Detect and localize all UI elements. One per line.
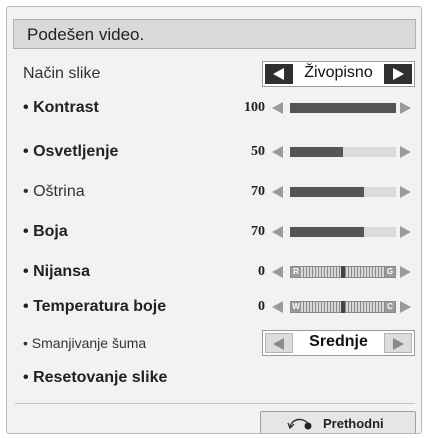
decrease-arrow-icon[interactable] bbox=[272, 301, 283, 313]
right-arrow-icon bbox=[393, 338, 404, 350]
brightness-bar[interactable] bbox=[290, 147, 396, 157]
color-value: 70 bbox=[251, 224, 265, 239]
picture-mode-value: Živopisno bbox=[304, 64, 373, 81]
cool-endpoint: C bbox=[385, 302, 395, 312]
noise-reduction-name: Smanjivanje šuma bbox=[31, 335, 147, 351]
contrast-bar-fill bbox=[290, 103, 396, 113]
increase-arrow-icon[interactable] bbox=[400, 146, 411, 158]
color-temp-value: 0 bbox=[258, 299, 265, 314]
sharpness-bar[interactable] bbox=[290, 187, 396, 197]
sharpness-bar-fill bbox=[290, 187, 365, 197]
picture-reset-name: Resetovanje slike bbox=[33, 369, 168, 386]
color-bar[interactable] bbox=[290, 227, 396, 237]
increase-arrow-icon[interactable] bbox=[400, 186, 411, 198]
tint-row[interactable]: • Nijansa 0 R G bbox=[7, 257, 421, 287]
decrease-arrow-icon[interactable] bbox=[272, 226, 283, 238]
picture-mode-next-button[interactable] bbox=[384, 64, 412, 84]
tint-green-endpoint: G bbox=[385, 267, 395, 277]
right-arrow-icon bbox=[393, 68, 404, 80]
color-temp-scale[interactable]: W C bbox=[290, 301, 396, 313]
decrease-arrow-icon[interactable] bbox=[272, 186, 283, 198]
color-temp-marker bbox=[341, 301, 345, 313]
previous-button-label: Prethodni bbox=[323, 416, 384, 431]
color-name: Boja bbox=[33, 223, 68, 240]
increase-arrow-icon[interactable] bbox=[400, 266, 411, 278]
tint-label: • Nijansa bbox=[23, 263, 90, 281]
bullet: • bbox=[23, 335, 28, 351]
left-arrow-icon bbox=[273, 338, 284, 350]
color-temp-label: • Temperatura boje bbox=[23, 298, 166, 316]
tint-red-endpoint: R bbox=[291, 267, 301, 277]
contrast-name: Kontrast bbox=[33, 99, 99, 116]
title-bar: Podešen video. bbox=[13, 19, 416, 49]
decrease-arrow-icon[interactable] bbox=[272, 266, 283, 278]
bullet: • bbox=[23, 99, 29, 116]
picture-mode-row[interactable]: Način slike Živopisno bbox=[7, 59, 421, 89]
tint-marker bbox=[341, 266, 345, 278]
picture-mode-label: Način slike bbox=[23, 65, 101, 82]
picture-reset-row[interactable]: • Resetovanje slike bbox=[7, 363, 421, 393]
panel-title: Podešen video. bbox=[27, 25, 145, 44]
warm-endpoint: W bbox=[291, 302, 301, 312]
contrast-value: 100 bbox=[244, 100, 265, 115]
previous-button[interactable]: Prethodni bbox=[260, 411, 416, 433]
bullet: • bbox=[23, 298, 29, 315]
brightness-row[interactable]: • Osvetljenje 50 bbox=[7, 137, 421, 167]
sharpness-name: Oštrina bbox=[33, 183, 85, 200]
divider bbox=[15, 403, 415, 404]
bullet: • bbox=[23, 143, 29, 160]
picture-settings-panel: Podešen video. Način slike Živopisno • K… bbox=[6, 6, 422, 434]
contrast-row[interactable]: • Kontrast 100 bbox=[7, 93, 421, 123]
left-arrow-icon bbox=[273, 68, 284, 80]
noise-next-button[interactable] bbox=[384, 333, 412, 353]
brightness-bar-fill bbox=[290, 147, 343, 157]
tint-value: 0 bbox=[258, 264, 265, 279]
color-bar-fill bbox=[290, 227, 365, 237]
picture-mode-prev-button[interactable] bbox=[265, 64, 293, 84]
picture-reset-label[interactable]: • Resetovanje slike bbox=[23, 369, 167, 387]
decrease-arrow-icon[interactable] bbox=[272, 146, 283, 158]
return-icon bbox=[287, 418, 312, 430]
contrast-label: • Kontrast bbox=[23, 99, 99, 117]
tint-scale[interactable]: R G bbox=[290, 266, 396, 278]
color-row[interactable]: • Boja 70 bbox=[7, 217, 421, 247]
noise-reduction-selector[interactable]: Srednje bbox=[262, 330, 415, 356]
bullet: • bbox=[23, 369, 29, 386]
noise-prev-button[interactable] bbox=[265, 333, 293, 353]
noise-reduction-label: • Smanjivanje šuma bbox=[23, 335, 146, 351]
color-temp-row[interactable]: • Temperatura boje 0 W C bbox=[7, 292, 421, 322]
color-temp-name: Temperatura boje bbox=[33, 298, 167, 315]
bullet: • bbox=[23, 223, 29, 240]
noise-reduction-value: Srednje bbox=[309, 333, 368, 350]
decrease-arrow-icon[interactable] bbox=[272, 102, 283, 114]
bullet: • bbox=[23, 183, 29, 200]
picture-mode-selector[interactable]: Živopisno bbox=[262, 61, 415, 87]
increase-arrow-icon[interactable] bbox=[400, 226, 411, 238]
sharpness-label: • Oštrina bbox=[23, 183, 85, 201]
contrast-bar[interactable] bbox=[290, 103, 396, 113]
brightness-value: 50 bbox=[251, 144, 265, 159]
increase-arrow-icon[interactable] bbox=[400, 102, 411, 114]
brightness-name: Osvetljenje bbox=[33, 143, 119, 160]
increase-arrow-icon[interactable] bbox=[400, 301, 411, 313]
sharpness-value: 70 bbox=[251, 184, 265, 199]
noise-reduction-row[interactable]: • Smanjivanje šuma Srednje bbox=[7, 328, 421, 358]
sharpness-row[interactable]: • Oštrina 70 bbox=[7, 177, 421, 207]
bullet: • bbox=[23, 263, 29, 280]
tint-name: Nijansa bbox=[33, 263, 90, 280]
color-label: • Boja bbox=[23, 223, 68, 241]
brightness-label: • Osvetljenje bbox=[23, 143, 118, 161]
